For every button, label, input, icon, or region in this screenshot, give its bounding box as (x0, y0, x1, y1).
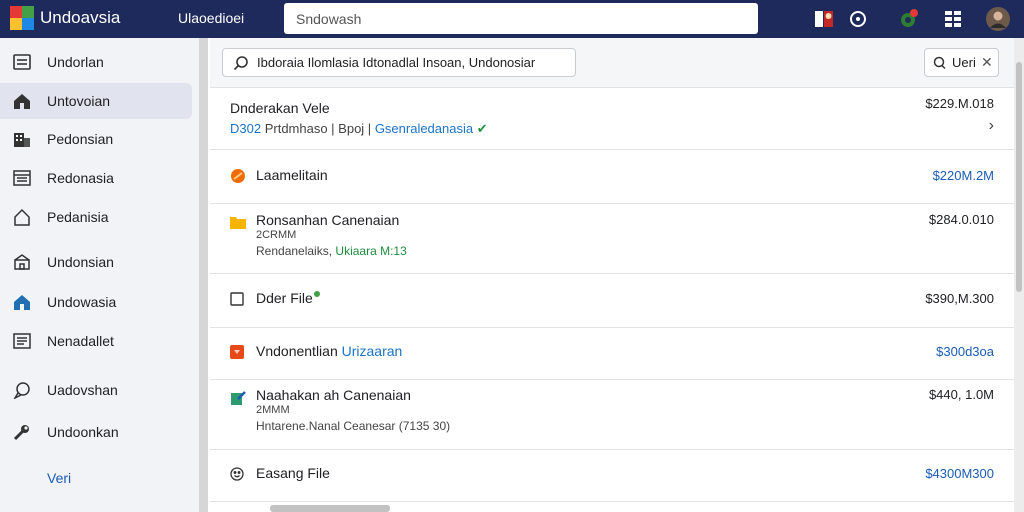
avatar[interactable] (986, 7, 1010, 31)
item-amount: $300d3oa (936, 344, 994, 359)
sidebar-item-undoonkan[interactable]: Undoonkan (0, 414, 192, 450)
sidebar-item-label: Pedonsian (47, 131, 114, 147)
main-content: Ibdoraia Ilomlasia Idtonadlal Insoan, Un… (210, 38, 1014, 512)
sidebar-item-uadovshan[interactable]: Uadovshan (0, 372, 192, 408)
sidebar-item-label: Redonasia (47, 170, 114, 186)
sidebar-item-label: Nenadallet (47, 333, 114, 349)
sidebar-item-untovoian[interactable]: Untovoian (0, 83, 192, 119)
item-title: Ronsanhan Canenaian (256, 212, 400, 228)
item-title: Laamelitain (256, 167, 328, 183)
list-item[interactable]: Dnderakan Vele $229.M.018 D302 Prtdmhaso… (210, 89, 1014, 150)
item-meta: D302 Prtdmhaso | Bpoj | Gsenraledanasia … (230, 121, 488, 136)
sidebar: Undorlan Untovoian Pedonsian Redonasia P… (0, 38, 208, 512)
item-title: Easang File (256, 465, 330, 481)
breadcrumb-text: Ibdoraia Ilomlasia Idtonadlal Insoan, Un… (257, 55, 536, 70)
filter-chip[interactable]: Ueri ✕ (924, 48, 999, 77)
filter-bar: Ibdoraia Ilomlasia Idtonadlal Insoan, Un… (210, 38, 1014, 88)
chat-bubble-icon (12, 380, 32, 400)
sidebar-item-label: Untovoian (47, 93, 111, 109)
chat-icon[interactable] (846, 7, 870, 31)
list-item[interactable]: Laamelitain $220M.2M (210, 150, 1014, 204)
app-logo-icon[interactable] (10, 6, 34, 30)
item-amount: $4300M300 (925, 466, 994, 481)
sidebar-item-undorlan[interactable]: Undorlan (0, 44, 192, 80)
sidebar-item-label: Undonsian (47, 254, 114, 270)
list-icon (12, 52, 32, 72)
breadcrumb[interactable]: Ibdoraia Ilomlasia Idtonadlal Insoan, Un… (222, 48, 576, 77)
item-code: 2CRMM (256, 229, 297, 241)
building-icon (12, 129, 32, 149)
notification-icon[interactable] (897, 7, 921, 31)
list-item[interactable]: Dder File $390,M.300 (210, 274, 1014, 328)
person-badge-icon[interactable] (812, 7, 836, 31)
sidebar-item-nenadallet[interactable]: Nenadallet (0, 323, 192, 359)
search-icon (233, 55, 249, 76)
app-title: Undoavsia (40, 8, 121, 27)
item-title: Naahakan ah Canenaian (256, 387, 411, 403)
search-icon (932, 56, 946, 75)
store-icon (12, 252, 32, 272)
orange-circle-icon (230, 168, 246, 184)
item-detail: Hntarene.Nanal Ceanesar (7135 30) (256, 419, 451, 433)
orange-tag-icon (230, 345, 246, 361)
top-bar: Undoavsia Ulaoedioei (0, 0, 1024, 38)
sidebar-scrollbar[interactable] (199, 38, 208, 512)
item-detail: Rendanelaiks, Ukiaara M:13 (256, 244, 407, 258)
home-icon (12, 91, 32, 111)
sidebar-item-redonasia[interactable]: Redonasia (0, 160, 192, 196)
scrollbar-thumb[interactable] (1016, 62, 1022, 292)
close-icon[interactable]: ✕ (981, 54, 993, 71)
item-title: Vndonentlian Urizaaran (256, 343, 403, 359)
sidebar-item-pedonsian[interactable]: Pedonsian (0, 121, 192, 157)
list-item[interactable]: Easang File $4300M300 (210, 450, 1014, 502)
chevron-right-icon[interactable]: › (989, 117, 994, 135)
folder-icon (230, 215, 246, 231)
top-nav-link[interactable]: Ulaoedioei (178, 10, 244, 26)
tools-icon (12, 422, 32, 442)
list-item[interactable]: Ronsanhan Canenaian 2CRMM Rendanelaiks, … (210, 204, 1014, 274)
status-dot (314, 291, 320, 297)
item-amount: $229.M.018 (925, 96, 994, 111)
horizontal-scrollbar-thumb[interactable] (270, 505, 390, 512)
cloud-home-icon (12, 292, 32, 312)
sidebar-item-label: Pedanisia (47, 209, 109, 225)
edit-document-icon (230, 390, 246, 406)
sidebar-item-undonsian[interactable]: Undonsian (0, 244, 192, 280)
main-scrollbar[interactable] (1014, 38, 1024, 512)
sidebar-item-pedanisia[interactable]: Pedanisia (0, 199, 192, 235)
filter-chip-label: Ueri (952, 55, 976, 70)
item-amount: $390,M.300 (925, 291, 994, 306)
item-title: Dnderakan Vele (230, 100, 330, 116)
list-item[interactable]: Vndonentlian Urizaaran $300d3oa (210, 328, 1014, 380)
sidebar-item-undowasia[interactable]: Undowasia (0, 284, 192, 320)
list-item[interactable]: Naahakan ah Canenaian 2MMM Hntarene.Nana… (210, 380, 1014, 450)
document-icon (12, 331, 32, 351)
item-amount: $440, 1.0M (928, 387, 994, 402)
search-input[interactable] (284, 3, 758, 34)
checkbox[interactable] (230, 292, 246, 308)
sidebar-footer-link[interactable]: Veri (47, 470, 71, 486)
item-amount: $284.0.010 (928, 212, 994, 227)
table-icon (12, 168, 32, 188)
house-outline-icon (12, 207, 32, 227)
apps-grid-icon[interactable] (941, 7, 965, 31)
sidebar-item-label: Undoonkan (47, 424, 119, 440)
item-amount: $220M.2M (932, 168, 994, 183)
sidebar-item-label: Undorlan (47, 54, 104, 70)
smiley-icon (230, 467, 246, 483)
sidebar-item-label: Undowasia (47, 294, 117, 310)
sidebar-item-label: Uadovshan (47, 382, 118, 398)
item-code: 2MMM (256, 404, 290, 416)
item-title: Dder File (256, 290, 313, 306)
